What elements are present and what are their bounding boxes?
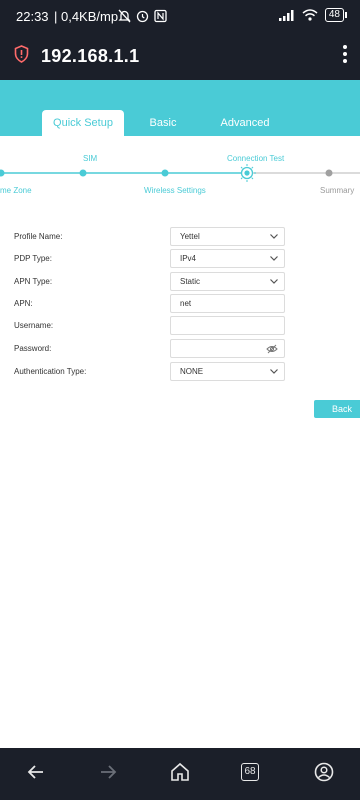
step-label-wireless-settings: Wireless Settings [144,186,206,195]
pdp-type-label: PDP Type: [14,254,52,263]
tab-advanced[interactable]: Advanced [216,110,274,136]
browser-url-bar: 192.168.1.1 [0,34,360,80]
profile-icon[interactable] [314,762,334,782]
tab-quick-setup[interactable]: Quick Setup [42,110,124,136]
tab-basic[interactable]: Basic [140,110,186,136]
step-label-sim: SIM [83,154,98,163]
setup-progress [0,164,360,182]
apn-type-label: APN Type: [14,277,53,286]
password-label: Password: [14,344,52,353]
tabs-icon[interactable]: 68 [241,763,259,781]
apn-type-select[interactable]: Static [170,272,285,291]
alarm-icon [136,10,149,23]
chevron-down-icon [270,279,278,284]
tab-count: 68 [244,766,256,777]
password-input[interactable] [170,339,285,358]
apn-input[interactable]: net [170,294,285,313]
step-label-connection-test: Connection Test [227,154,285,163]
profile-name-select[interactable]: Yettel [170,227,285,246]
username-input[interactable] [170,316,285,335]
profile-name-label: Profile Name: [14,232,63,241]
forward-arrow-icon[interactable] [98,762,118,782]
signal-icon [278,9,294,21]
chevron-down-icon [270,256,278,261]
back-arrow-icon[interactable] [26,762,46,782]
auth-type-value: NONE [180,367,204,376]
apn-value: net [180,299,192,308]
auth-type-label: Authentication Type: [14,367,87,376]
net-speed: | 0,4KB/mp [54,9,119,24]
step-dot-wireless [161,169,169,177]
step-label-timezone: me Zone [0,186,32,195]
security-shield-icon[interactable] [14,45,29,63]
nfc-icon [154,9,167,23]
back-button[interactable]: Back [314,400,360,418]
browser-nav-bar: 68 [0,748,360,800]
menu-kebab-icon[interactable] [342,44,348,64]
eye-hidden-icon[interactable] [266,344,278,354]
auth-type-select[interactable]: NONE [170,362,285,381]
profile-name-value: Yettel [180,232,200,241]
chevron-down-icon [270,369,278,374]
step-dot-sim [79,169,87,177]
chevron-down-icon [270,234,278,239]
status-bar: 22:33 | 0,4KB/mp 48 [0,0,360,34]
home-icon[interactable] [170,762,190,782]
apn-type-value: Static [180,277,201,286]
battery-icon: 48 [324,8,348,22]
step-label-summary: Summary [320,186,355,195]
username-label: Username: [14,321,54,330]
pdp-type-value: IPv4 [180,254,197,263]
mute-bell-icon [118,9,131,23]
apn-label: APN: [14,299,33,308]
clock: 22:33 [16,9,49,24]
url-text[interactable]: 192.168.1.1 [41,46,139,67]
step-dot-timezone [0,169,5,177]
step-dot-summary [325,169,333,177]
pdp-type-select[interactable]: IPv4 [170,249,285,268]
wifi-icon [302,9,318,21]
